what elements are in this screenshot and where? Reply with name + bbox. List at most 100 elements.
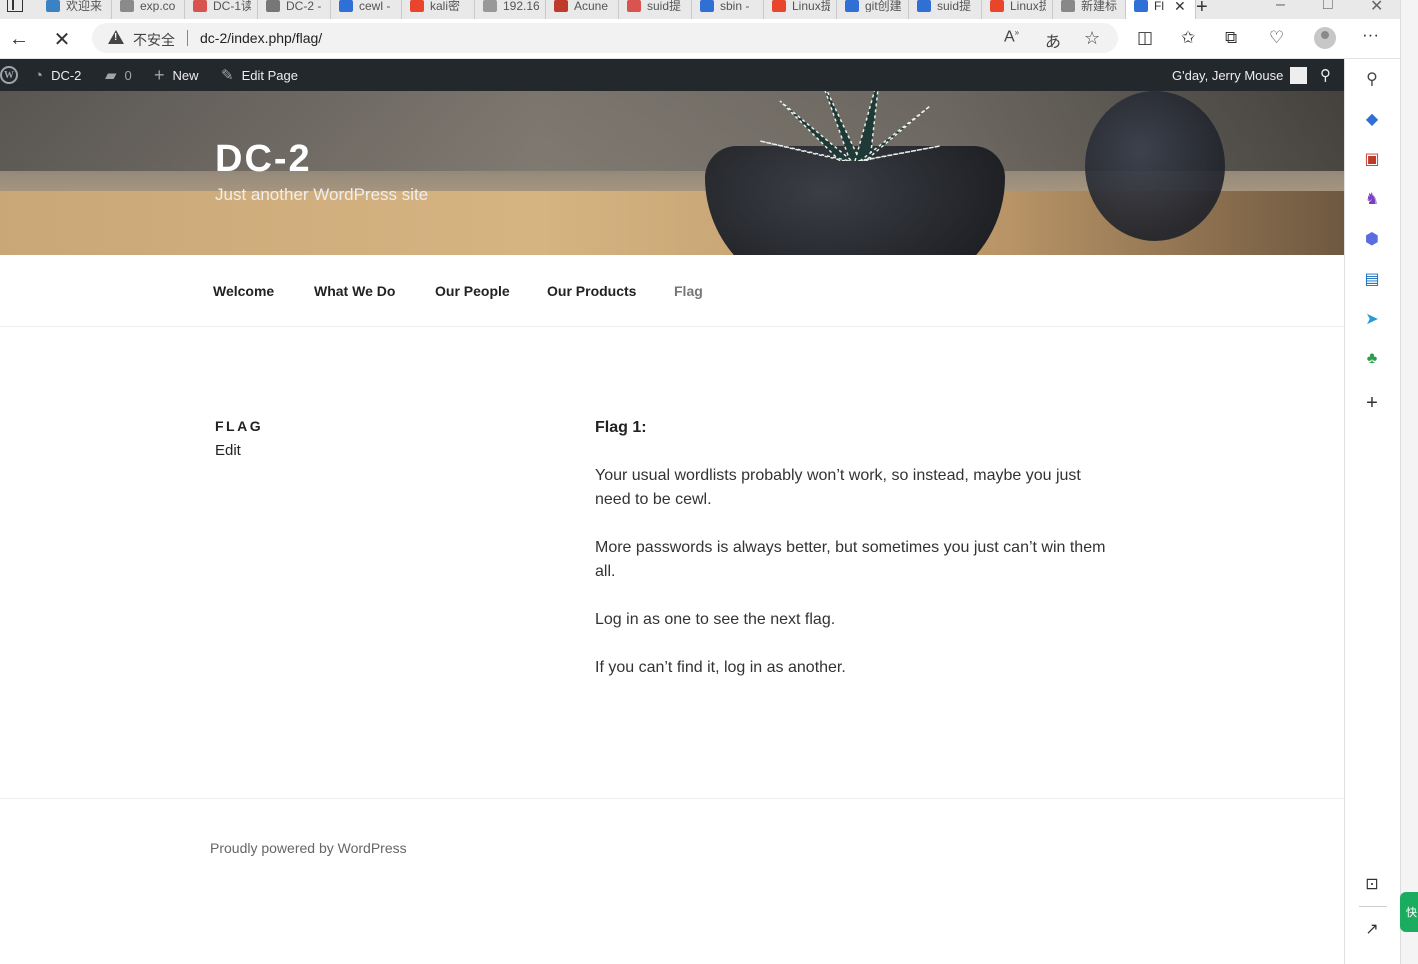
tab-favicon-icon [700,0,714,12]
read-aloud-icon[interactable]: A» [1004,28,1019,46]
greeting-label: G'day, Jerry Mouse [1172,67,1284,83]
favorites-icon[interactable]: ✩ [1181,28,1195,48]
tree-icon[interactable]: ♣ [1362,349,1382,369]
menu-item-our-people[interactable]: Our People [435,283,510,299]
menu-item-our-products[interactable]: Our Products [547,283,636,299]
wp-logo-menu[interactable]: W [0,59,18,91]
more-menu-icon[interactable]: ··· [1362,25,1379,45]
tab-favicon-icon [627,0,641,12]
browser-tab[interactable]: suid提 [909,0,982,19]
url-text[interactable]: dc-2/index.php/flag/ [200,30,322,46]
tab-favicon-icon [917,0,931,12]
microsoft-365-icon[interactable]: ⬢ [1362,229,1382,249]
menu-item-flag[interactable]: Flag [674,283,703,299]
tab-list: 欢迎来 exp.co DC-1读 DC-2 - cewl - kali密 192.16 Acu… [38,0,1196,19]
site-title[interactable]: DC-2 [215,138,312,181]
browser-essentials-icon[interactable]: ♡ [1269,28,1284,48]
dashboard-icon: ◔ [34,66,44,84]
new-content-menu[interactable]: + New [154,59,199,91]
tab-favicon-icon [410,0,424,12]
browser-tab[interactable]: 欢迎来 [38,0,112,19]
menu-item-what-we-do[interactable]: What We Do [314,283,395,299]
translate-icon[interactable]: あ [1045,28,1061,52]
pencil-icon: ✎ [221,67,234,84]
new-tab-button[interactable]: + [1196,0,1208,19]
menu-item-welcome[interactable]: Welcome [213,283,274,299]
games-icon[interactable]: ♞ [1362,189,1382,209]
browser-tab[interactable]: sbin - [692,0,764,19]
profile-avatar-icon[interactable] [1314,27,1336,49]
tab-label: 192.16 [503,0,539,12]
shopping-tag-icon[interactable]: ◆ [1362,109,1382,129]
tab-label: Linux提 [792,0,830,12]
content-paragraph: More passwords is always better, but som… [595,539,1106,580]
tab-label: Linux提 [1010,0,1046,12]
powered-by-link[interactable]: Proudly powered by WordPress [210,840,407,856]
account-menu[interactable]: G'day, Jerry Mouse [1172,59,1308,91]
header-plant-leaves [760,91,940,161]
edit-link[interactable]: Edit [215,442,241,459]
back-button[interactable]: ← [6,26,32,52]
maximize-icon[interactable]: □ [1323,0,1333,14]
browser-tab[interactable]: git创建 [837,0,909,19]
search-icon[interactable]: ⚲ [1362,69,1382,89]
header-image [0,91,1344,255]
browser-tab[interactable]: Linux提 [982,0,1053,19]
tab-label: sbin - [720,0,750,12]
browser-tab[interactable]: cewl - [331,0,402,19]
site-tagline: Just another WordPress site [215,185,429,204]
browser-tab[interactable]: 192.16 [475,0,546,19]
browser-tab[interactable]: 新建标 [1053,0,1126,19]
browser-toolbar: ← ✕ 不安全 dc-2/index.php/flag/ A» あ ☆ ◫ ✩ … [0,19,1400,59]
tab-favicon-icon [554,0,568,12]
user-avatar [1290,66,1308,84]
wordpress-logo-icon: W [0,66,18,84]
site-footer: Proudly powered by WordPress [0,798,1344,964]
admin-search-button[interactable]: ⚲ [1320,59,1339,91]
comment-bubble-icon: ▰ [105,67,117,84]
add-sidebar-item-icon[interactable]: + [1362,392,1382,414]
browser-tab[interactable]: Fl ✕ [1126,0,1196,19]
flag-heading: Flag 1: [595,419,647,436]
tab-favicon-icon [46,0,60,12]
outlook-icon[interactable]: ▤ [1362,269,1382,289]
not-secure-label[interactable]: 不安全 [133,30,175,50]
favorite-star-icon[interactable]: ☆ [1084,28,1100,49]
browser-tab[interactable]: exp.co [112,0,185,19]
collections-icon[interactable]: ⧉ [1225,28,1237,48]
tab-favicon-icon [193,0,207,12]
tab-favicon-icon [845,0,859,12]
tab-close-icon[interactable]: ✕ [1174,0,1186,13]
page-content: Flag 1: Your usual wordlists probably wo… [595,416,1115,704]
open-external-icon[interactable]: ↗ [1362,919,1382,939]
browser-tab[interactable]: DC-1读 [185,0,258,19]
minimize-icon[interactable]: – [1276,0,1285,14]
close-window-icon[interactable]: ✕ [1370,0,1383,16]
tab-label: git创建 [865,0,902,12]
send-icon[interactable]: ➤ [1362,309,1382,329]
tab-favicon-icon [990,0,1004,12]
content-paragraph: Log in as one to see the next flag. [595,611,836,628]
tab-actions-icon[interactable] [7,0,23,12]
split-screen-icon[interactable]: ◫ [1137,28,1153,48]
browser-tab[interactable]: DC-2 - [258,0,331,19]
browser-tab[interactable]: Acune [546,0,619,19]
stop-loading-button[interactable]: ✕ [49,26,75,52]
comments-count: 0 [124,67,132,83]
tab-label: DC-2 - [286,0,322,12]
tab-label: Fl [1154,0,1164,12]
tab-label: 欢迎来 [66,0,103,12]
sidebar-divider [1359,906,1387,907]
edit-page-menu[interactable]: ✎ Edit Page [221,59,298,91]
browser-tab[interactable]: kali密 [402,0,475,19]
address-bar[interactable]: 不安全 dc-2/index.php/flag/ A» あ ☆ [92,23,1118,53]
tools-briefcase-icon[interactable]: ▣ [1362,149,1382,169]
browser-tab[interactable]: Linux提 [764,0,837,19]
screenshot-icon[interactable]: ⊡ [1362,874,1382,894]
tab-favicon-icon [120,0,134,12]
edge-sidebar: ⚲ ◆ ▣ ♞ ⬢ ▤ ➤ ♣ + ⊡ ↗ [1344,59,1400,964]
floating-assistant-tab[interactable]: 快 [1400,892,1418,932]
comments-menu[interactable]: ▰ 0 [105,59,132,91]
site-name-menu[interactable]: ◔ DC-2 [34,59,81,91]
browser-tab[interactable]: suid提 [619,0,692,19]
